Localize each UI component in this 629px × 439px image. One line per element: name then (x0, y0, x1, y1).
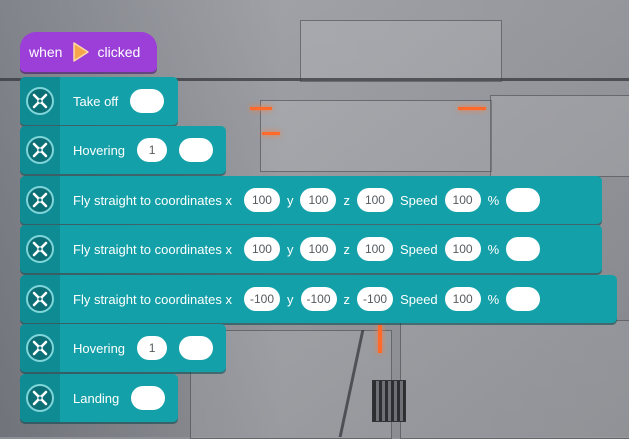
hovering-extra-input[interactable] (179, 138, 214, 162)
drone-icon (26, 186, 54, 214)
play-flag-icon (68, 40, 92, 64)
y-label: y (286, 192, 294, 208)
drone-icon (26, 384, 54, 412)
hovering-seconds-input[interactable]: 1 (137, 336, 168, 360)
drone-icon (26, 334, 54, 362)
landing-block[interactable]: Landing (20, 374, 178, 422)
fly-extra-input[interactable] (506, 188, 541, 212)
hovering-seconds-input[interactable]: 1 (137, 138, 168, 162)
x-input[interactable]: 100 (243, 237, 280, 261)
when-flag-clicked-block[interactable]: when clicked (20, 32, 157, 72)
floor-light (458, 107, 486, 110)
floor-light (250, 107, 272, 110)
landing-input[interactable] (131, 386, 166, 410)
fly-straight-label: Fly straight to coordinates x (73, 291, 232, 307)
drone-icon (26, 136, 54, 164)
speed-label: Speed (399, 192, 438, 208)
z-input[interactable]: 100 (356, 188, 393, 212)
speed-input[interactable]: 100 (444, 287, 481, 311)
y-input[interactable]: -100 (300, 287, 337, 311)
z-input[interactable]: -100 (357, 287, 394, 311)
floor-tile (260, 100, 492, 172)
fly-straight-label: Fly straight to coordinates x (73, 192, 232, 208)
percent-label: % (487, 241, 500, 257)
y-label: y (286, 241, 294, 257)
fly-straight-label: Fly straight to coordinates x (73, 241, 232, 257)
hovering-label: Hovering (73, 340, 126, 356)
floor-tile (300, 20, 502, 82)
hovering-extra-input[interactable] (179, 336, 214, 360)
drone-icon (26, 87, 54, 115)
when-label: when (29, 44, 63, 60)
fly-straight-block[interactable]: Fly straight to coordinates x 100 y 100 … (20, 225, 602, 273)
x-input[interactable]: -100 (243, 287, 280, 311)
floor-tile (400, 320, 629, 439)
x-input[interactable]: 100 (243, 188, 280, 212)
take-off-block[interactable]: Take off (20, 77, 178, 125)
floor-light (378, 325, 382, 353)
hovering-label: Hovering (73, 142, 126, 158)
z-label: z (343, 291, 351, 307)
y-input[interactable]: 100 (300, 188, 337, 212)
speed-input[interactable]: 100 (444, 237, 481, 261)
y-label: y (287, 291, 294, 307)
speed-input[interactable]: 100 (444, 188, 481, 212)
floor-light (262, 132, 280, 135)
fly-extra-input[interactable] (506, 237, 541, 261)
clicked-label: clicked (97, 44, 141, 60)
drone-icon (26, 235, 54, 263)
hovering-block[interactable]: Hovering 1 (20, 324, 226, 372)
floor-vent (372, 380, 406, 422)
z-label: z (343, 241, 350, 257)
speed-label: Speed (400, 291, 438, 307)
speed-label: Speed (399, 241, 438, 257)
percent-label: % (487, 291, 500, 307)
drone-icon (26, 285, 54, 313)
z-input[interactable]: 100 (356, 237, 393, 261)
hovering-block[interactable]: Hovering 1 (20, 126, 226, 174)
y-input[interactable]: 100 (300, 237, 337, 261)
percent-label: % (487, 192, 500, 208)
z-label: z (343, 192, 350, 208)
take-off-label: Take off (73, 93, 119, 109)
take-off-input[interactable] (130, 89, 165, 113)
fly-straight-block[interactable]: Fly straight to coordinates x 100 y 100 … (20, 176, 602, 224)
fly-straight-block[interactable]: Fly straight to coordinates x -100 y -10… (20, 275, 617, 323)
landing-label: Landing (73, 390, 120, 406)
floor-tile (490, 95, 629, 177)
fly-extra-input[interactable] (506, 287, 541, 311)
